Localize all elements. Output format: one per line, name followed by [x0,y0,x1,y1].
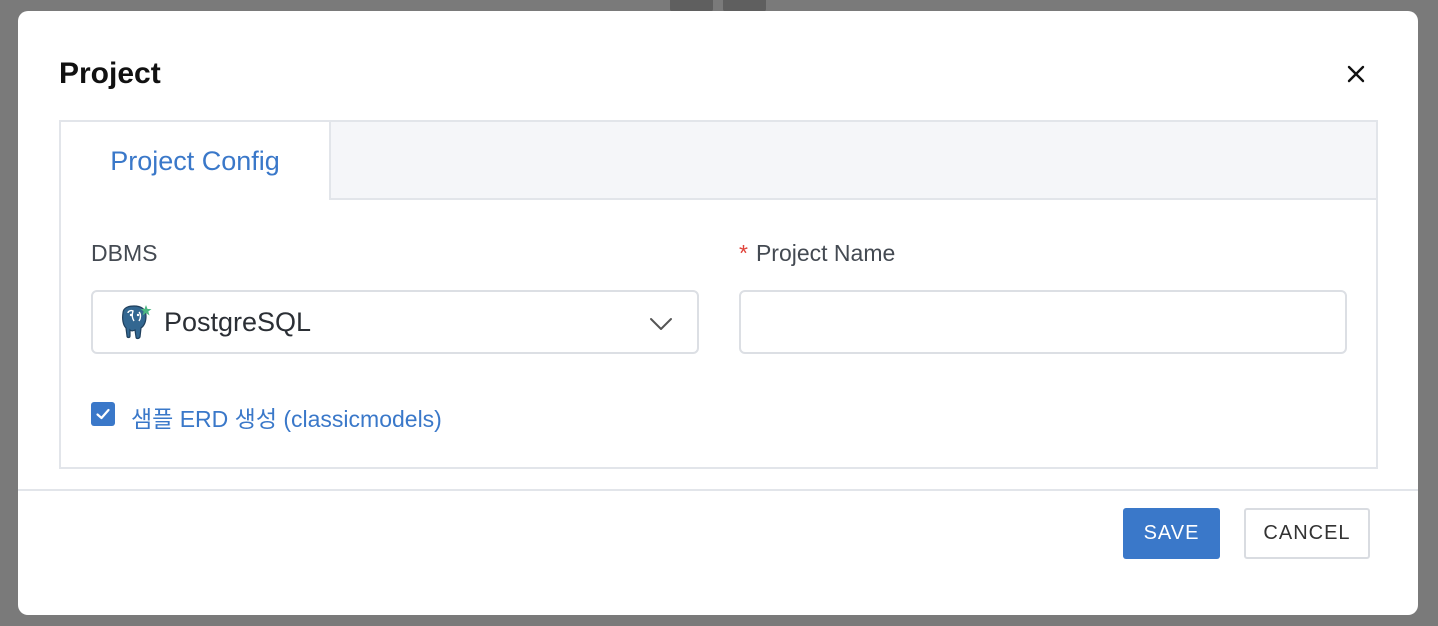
chevron-down-icon [650,318,672,330]
tab-project-config[interactable]: Project Config [61,122,331,200]
footer-divider [18,489,1418,491]
checkmark-icon [96,408,110,420]
project-name-label-text: Project Name [755,240,896,266]
tab-bar: Project Config [61,122,1376,200]
sample-erd-label[interactable]: 샘플 ERD 생성 (classicmodels) [131,400,442,434]
cancel-button[interactable]: CANCEL [1244,508,1370,559]
postgresql-elephant-icon [122,305,152,340]
dbms-select[interactable]: PostgreSQL [91,290,699,354]
config-panel: Project Config DBMS * Project Name Postgr… [59,120,1378,469]
dialog-title: Project [59,57,161,90]
save-button[interactable]: SAVE [1123,508,1220,559]
required-mark: * [739,240,748,266]
dbms-label: DBMS [91,240,158,266]
sample-erd-checkbox[interactable] [91,402,115,426]
project-dialog: Project Project Config DBMS * Project Nam… [18,11,1418,615]
project-name-label: * Project Name [739,240,895,267]
dbms-selected-value: PostgreSQL [164,306,312,337]
close-button[interactable] [1341,59,1371,89]
project-name-input[interactable] [739,290,1347,354]
close-icon [1347,65,1365,83]
